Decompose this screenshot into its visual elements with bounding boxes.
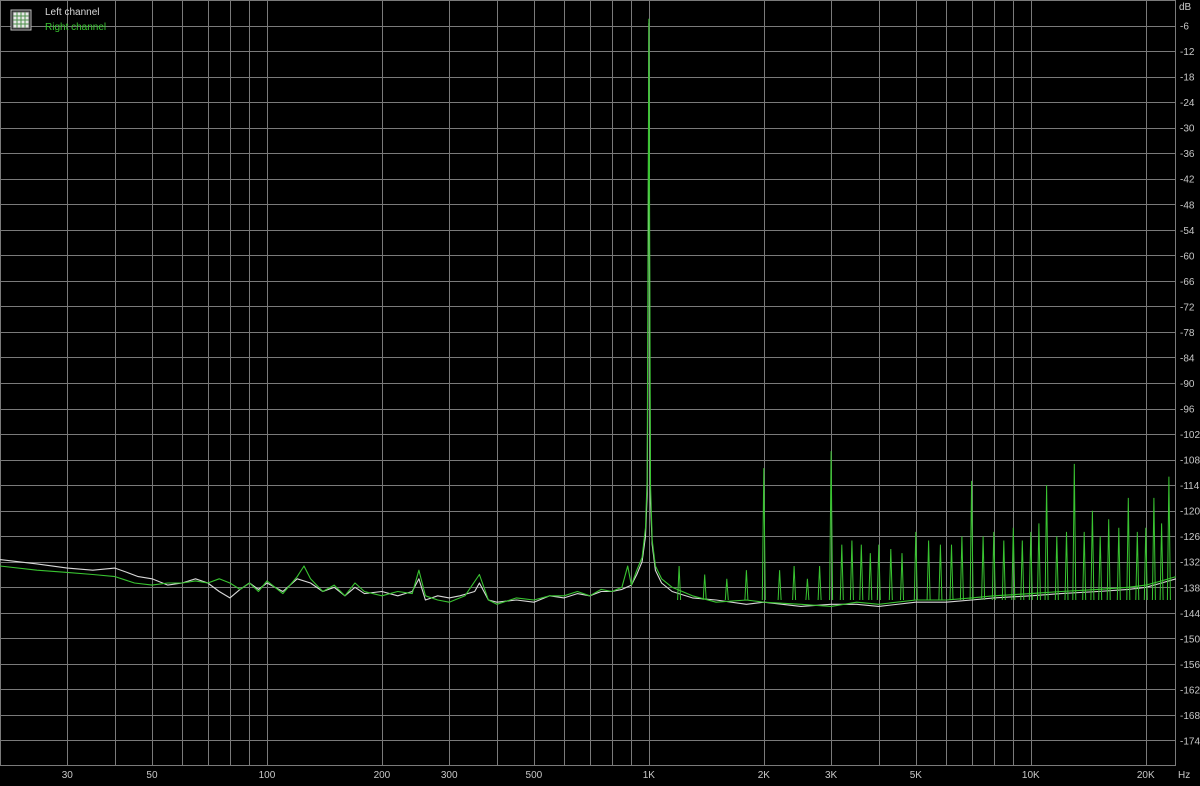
x-tick-label: 20K [1137, 770, 1155, 781]
y-tick-label: -132 [1180, 558, 1200, 569]
y-tick-label: -144 [1180, 609, 1200, 620]
y-tick-label: -96 [1180, 405, 1195, 416]
y-tick-label: -150 [1180, 634, 1200, 645]
x-tick-label: 3K [825, 770, 838, 781]
y-tick-label: -66 [1180, 277, 1195, 288]
x-tick-label: 2K [758, 770, 771, 781]
y-tick-label: -108 [1180, 456, 1200, 467]
legend-left-channel: Left channel [45, 7, 100, 18]
spectrum-chart: 30 50 100 200 300 500 1K 2K 3K 5K 10K 20K -6 -12 -18 -2… [0, 0, 1200, 786]
x-tick-label: 100 [259, 770, 276, 781]
y-tick-label: -18 [1180, 73, 1195, 84]
x-tick-label: 10K [1022, 770, 1040, 781]
y-tick-label: -78 [1180, 328, 1195, 339]
y-tick-label: -6 [1180, 22, 1189, 33]
y-tick-label: -48 [1180, 200, 1195, 211]
x-tick-label: 200 [374, 770, 391, 781]
x-tick-label: 5K [910, 770, 923, 781]
y-tick-label: -114 [1180, 481, 1200, 492]
y-tick-label: -162 [1180, 685, 1200, 696]
y-tick-label: -126 [1180, 532, 1200, 543]
y-tick-label: -102 [1180, 430, 1200, 441]
y-tick-label: -168 [1180, 711, 1200, 722]
x-tick-label: 1K [643, 770, 656, 781]
grid-icon[interactable] [10, 9, 32, 31]
y-tick-label: -30 [1180, 124, 1195, 135]
y-unit-label: dB [1179, 2, 1192, 13]
y-tick-label: -138 [1180, 583, 1200, 594]
y-tick-label: -60 [1180, 251, 1195, 262]
y-tick-label: -72 [1180, 302, 1195, 313]
y-tick-label: -12 [1180, 47, 1195, 58]
legend-right-channel: Right channel [45, 22, 106, 33]
y-tick-label: -174 [1180, 736, 1200, 747]
y-tick-label: -84 [1180, 353, 1195, 364]
x-unit-label: Hz [1178, 770, 1190, 781]
x-tick-label: 30 [62, 770, 74, 781]
y-tick-label: -36 [1180, 149, 1195, 160]
y-tick-label: -156 [1180, 660, 1200, 671]
y-tick-label: -24 [1180, 98, 1195, 109]
y-tick-label: -90 [1180, 379, 1195, 390]
x-tick-label: 50 [146, 770, 158, 781]
chart-background [0, 0, 1200, 786]
y-tick-label: -54 [1180, 226, 1195, 237]
y-tick-label: -120 [1180, 507, 1200, 518]
y-tick-label: -42 [1180, 175, 1195, 186]
x-tick-label: 500 [526, 770, 543, 781]
x-tick-label: 300 [441, 770, 458, 781]
